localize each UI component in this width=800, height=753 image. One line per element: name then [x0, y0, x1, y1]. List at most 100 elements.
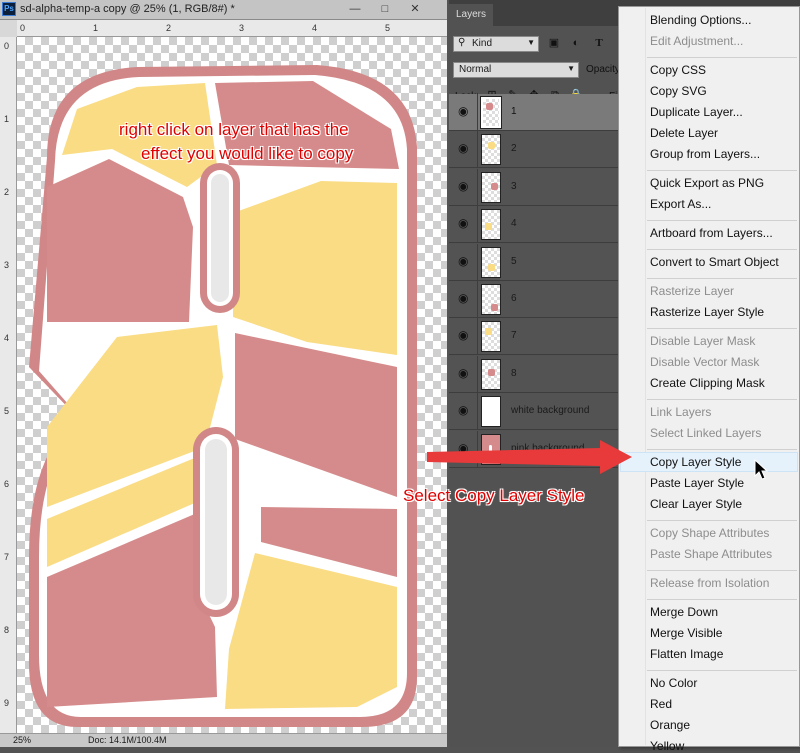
horizontal-ruler[interactable]: 0 1 2 3 4 5 [17, 20, 447, 37]
letter-a-artwork [28, 65, 418, 727]
close-icon[interactable]: ✕ [405, 1, 425, 17]
visibility-eye-icon[interactable]: ◉ [458, 216, 472, 230]
menu-item-disable-layer-mask: Disable Layer Mask [650, 334, 756, 348]
menu-item-merge-visible[interactable]: Merge Visible [650, 626, 722, 640]
menu-item-group-from-layers[interactable]: Group from Layers... [650, 147, 760, 161]
visibility-eye-icon[interactable]: ◉ [458, 141, 472, 155]
layer-name: white background [511, 405, 590, 417]
layer-thumbnail[interactable] [481, 358, 501, 390]
menu-item-blending-options[interactable]: Blending Options... [650, 13, 751, 27]
annotation-line-1: right click on layer that has the [119, 120, 349, 139]
eye-column-divider [477, 243, 478, 281]
layer-name: 7 [511, 330, 517, 342]
menu-item-quick-export-as-png[interactable]: Quick Export as PNG [650, 176, 764, 190]
menu-item-paste-layer-style[interactable]: Paste Layer Style [650, 476, 744, 490]
layer-context-menu: Blending Options... Edit Adjustment... Cop… [618, 6, 800, 753]
zoom-level[interactable]: 25% [13, 735, 31, 745]
layer-name: 8 [511, 367, 517, 379]
layer-thumbnail[interactable] [481, 321, 501, 353]
visibility-eye-icon[interactable]: ◉ [458, 104, 472, 118]
menu-item-export-as[interactable]: Export As... [650, 197, 711, 211]
ruler-top-label: 4 [312, 23, 318, 33]
menu-item-select-linked-layers: Select Linked Layers [650, 426, 762, 440]
menu-item-copy-svg[interactable]: Copy SVG [650, 84, 707, 98]
visibility-eye-icon[interactable]: ◉ [458, 254, 472, 268]
menu-item-no-color[interactable]: No Color [650, 676, 697, 690]
layer-thumbnail[interactable] [481, 209, 501, 241]
eye-column-divider [477, 355, 478, 393]
menu-item-red[interactable]: Red [650, 697, 672, 711]
menu-separator [647, 278, 797, 279]
layer-thumbnail[interactable] [481, 246, 501, 278]
menu-item-copy-layer-style[interactable]: Copy Layer Style [650, 455, 741, 469]
layer-thumbnail[interactable] [481, 171, 501, 203]
tab-layers[interactable]: Layers [449, 4, 493, 26]
image-filter-icon[interactable]: ▣ [547, 36, 561, 50]
thumbnail-shape [486, 103, 493, 110]
menu-separator [647, 170, 797, 171]
annotation-bottom: Select Copy Layer Style [403, 486, 585, 505]
menu-separator [647, 57, 797, 58]
document-canvas[interactable]: right click on layer that has the effect… [17, 37, 447, 733]
eye-column-divider [477, 393, 478, 431]
menu-separator [647, 328, 797, 329]
letter-hole-top-fill [211, 174, 229, 302]
menu-item-release-from-isolation: Release from Isolation [650, 576, 770, 590]
menu-separator [647, 399, 797, 400]
type-filter-icon[interactable]: T [592, 36, 606, 50]
menu-icon-gutter [645, 8, 646, 745]
visibility-eye-icon[interactable]: ◉ [458, 179, 472, 193]
ruler-top-label: 0 [20, 23, 26, 33]
layer-name: pink background [511, 442, 585, 454]
adjustment-filter-icon[interactable]: ◐ [569, 36, 583, 50]
visibility-eye-icon[interactable]: ◉ [458, 366, 472, 380]
menu-separator [647, 520, 797, 521]
menu-item-copy-shape-attributes: Copy Shape Attributes [650, 526, 770, 540]
filter-kind-select[interactable]: ⚲ Kind ▼ [453, 36, 539, 52]
vertical-ruler[interactable]: 0 1 2 3 4 5 6 7 8 9 [0, 37, 17, 733]
ruler-top-label: 5 [385, 23, 391, 33]
ruler-top-label: 3 [239, 23, 245, 33]
layer-thumbnail[interactable] [481, 433, 501, 465]
visibility-eye-icon[interactable]: ◉ [458, 291, 472, 305]
ruler-origin[interactable] [0, 20, 17, 37]
menu-item-delete-layer[interactable]: Delete Layer [650, 126, 718, 140]
menu-item-orange[interactable]: Orange [650, 718, 690, 732]
menu-item-clear-layer-style[interactable]: Clear Layer Style [650, 497, 742, 511]
visibility-eye-icon[interactable]: ◉ [458, 328, 472, 342]
ruler-left-label: 9 [4, 698, 10, 708]
layer-name: 2 [511, 143, 517, 155]
blend-mode-select[interactable]: Normal ▼ [453, 62, 579, 78]
menu-item-copy-css[interactable]: Copy CSS [650, 63, 706, 77]
minimize-icon[interactable]: — [345, 1, 365, 17]
thumbnail-shape [491, 182, 498, 190]
layer-thumbnail[interactable] [480, 96, 502, 129]
ruler-left-label: 4 [4, 333, 10, 343]
visibility-eye-icon[interactable]: ◉ [458, 403, 472, 417]
maximize-icon[interactable]: □ [375, 1, 395, 17]
visibility-eye-icon[interactable]: ◉ [458, 441, 472, 455]
thumbnail-shape [488, 142, 495, 150]
menu-item-duplicate-layer[interactable]: Duplicate Layer... [650, 105, 743, 119]
layer-thumbnail[interactable] [481, 396, 501, 428]
layer-name: 6 [511, 293, 517, 304]
layer-name: 1 [511, 106, 517, 117]
document-tab[interactable]: Ps sd-alpha-temp-a copy @ 25% (1, RGB/8#… [0, 0, 447, 20]
menu-item-convert-to-smart-object[interactable]: Convert to Smart Object [650, 255, 779, 269]
eye-column-divider [477, 131, 478, 169]
status-bar: 25% Doc: 14.1M/100.4M [0, 733, 447, 747]
menu-item-disable-vector-mask: Disable Vector Mask [650, 355, 760, 369]
menu-item-create-clipping-mask[interactable]: Create Clipping Mask [650, 376, 765, 390]
layer-thumbnail[interactable] [481, 134, 501, 166]
menu-item-rasterize-layer-style[interactable]: Rasterize Layer Style [650, 305, 764, 319]
menu-item-paste-shape-attributes: Paste Shape Attributes [650, 547, 773, 561]
menu-item-yellow[interactable]: Yellow [650, 739, 684, 753]
menu-item-flatten-image[interactable]: Flatten Image [650, 647, 723, 661]
layer-thumbnail[interactable] [481, 284, 501, 315]
mouse-cursor-icon [754, 459, 768, 480]
document-size[interactable]: Doc: 14.1M/100.4M [88, 735, 167, 745]
chevron-down-icon: ▼ [527, 38, 535, 47]
ruler-left-label: 8 [4, 625, 10, 635]
menu-item-merge-down[interactable]: Merge Down [650, 605, 718, 619]
menu-item-artboard-from-layers[interactable]: Artboard from Layers... [650, 226, 773, 240]
